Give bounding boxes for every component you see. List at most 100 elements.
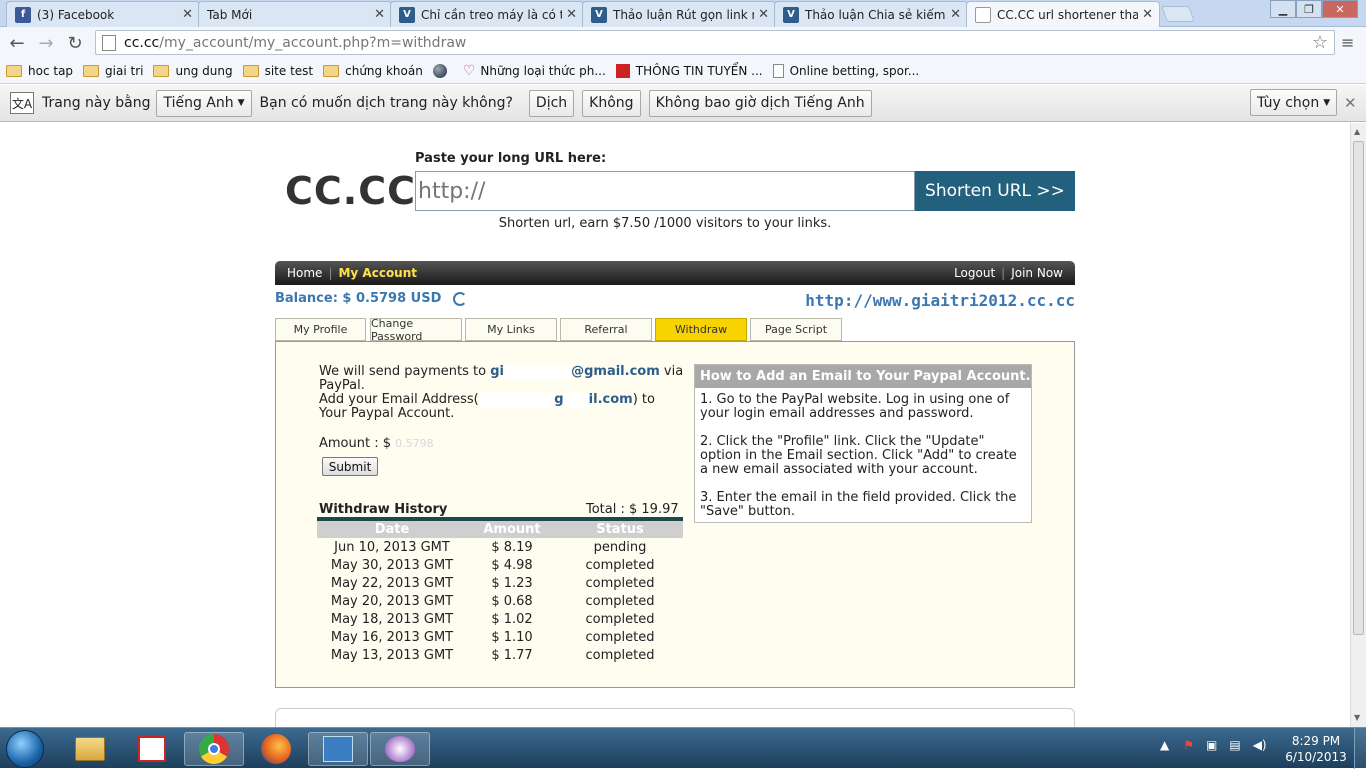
table-header: Date Amount Status	[317, 517, 683, 538]
device-icon[interactable]: ▣	[1206, 738, 1217, 752]
tab-forum-1[interactable]: V Chỉ cần treo máy là có tiền ✕	[390, 1, 584, 27]
tab-forum-2[interactable]: V Thảo luận Rút gọn link rất ✕	[582, 1, 776, 27]
refresh-icon[interactable]	[453, 291, 468, 306]
scroll-down-icon[interactable]: ▼	[1354, 713, 1360, 722]
table-row: May 22, 2013 GMT $ 1.23 completed	[330, 575, 655, 591]
close-icon[interactable]: ✕	[374, 7, 385, 22]
tab-referral[interactable]: Referral	[560, 318, 652, 341]
site-navbar: Home | My Account Logout | Join Now	[275, 261, 1075, 285]
reload-icon[interactable]: ↻	[64, 32, 86, 54]
tab-my-links[interactable]: My Links	[465, 318, 557, 341]
start-button[interactable]	[6, 730, 44, 768]
tagline: Shorten url, earn $7.50 /1000 visitors t…	[498, 216, 832, 231]
volume-icon[interactable]: ◀)	[1253, 738, 1267, 752]
nav-home[interactable]: Home	[287, 266, 322, 280]
paste-label: Paste your long URL here:	[415, 151, 607, 166]
menu-icon[interactable]: ≡	[1341, 33, 1354, 52]
withdraw-history-title: Withdraw History	[319, 502, 448, 517]
close-window-icon[interactable]: ✕	[1322, 0, 1358, 18]
bookmark-chung-khoan[interactable]: chứng khoán	[323, 64, 423, 78]
bookmark-thuc-pham[interactable]: ♡ Những loại thức ph...	[463, 63, 606, 79]
close-icon[interactable]: ✕	[182, 7, 193, 22]
tab-my-profile[interactable]: My Profile	[275, 318, 366, 341]
close-icon[interactable]: ✕	[950, 7, 961, 22]
howto-step: 2. Click the "Profile" link. Click the "…	[700, 434, 1017, 477]
withdraw-total: Total : $ 19.97	[586, 502, 679, 517]
bookmark-star-icon[interactable]: ☆	[1312, 32, 1328, 53]
nav-my-account[interactable]: My Account	[338, 266, 417, 280]
close-icon[interactable]: ✕	[758, 7, 769, 22]
submit-button[interactable]: Submit	[322, 457, 378, 476]
tab-cccc[interactable]: CC.CC url shortener that pay ✕	[966, 1, 1160, 27]
bookmark-online-betting[interactable]: Online betting, spor...	[772, 63, 919, 78]
bookmark-site-test[interactable]: site test	[242, 64, 313, 78]
heart-icon: ♡	[462, 62, 476, 79]
tab-title: Chỉ cần treo máy là có tiền	[421, 7, 563, 22]
page-scrollbar[interactable]: ▲ ▼	[1350, 123, 1366, 727]
app-grid-icon[interactable]	[122, 732, 182, 766]
minimize-icon[interactable]: ▁	[1270, 0, 1296, 18]
messenger-icon[interactable]	[370, 732, 430, 766]
bookmark-tuyen-dung[interactable]: THÔNG TIN TUYỂN ...	[615, 63, 763, 78]
browser-toolbar: ← → ↻ cc.cc/my_account/my_account.php?m=…	[0, 27, 1366, 58]
page-icon	[772, 63, 784, 78]
scroll-up-icon[interactable]: ▲	[1354, 127, 1360, 136]
new-tab-button[interactable]	[1161, 6, 1195, 22]
back-icon[interactable]: ←	[6, 32, 28, 54]
nav-join-now[interactable]: Join Now	[1011, 266, 1063, 280]
tab-new[interactable]: Tab Mới ✕	[198, 1, 392, 27]
tab-forum-3[interactable]: V Thảo luận Chia sẻ kiếm tiền ✕	[774, 1, 968, 27]
never-translate-button[interactable]: Không bao giờ dịch Tiếng Anh	[648, 89, 872, 117]
url-host: cc.cc	[124, 34, 160, 51]
tab-facebook[interactable]: f (3) Facebook ✕	[6, 1, 200, 27]
tab-withdraw[interactable]: Withdraw	[655, 318, 747, 341]
translate-button[interactable]: Dịch	[528, 89, 575, 117]
tab-title: Thảo luận Rút gọn link rất	[613, 7, 755, 22]
bookmark-globe[interactable]	[432, 63, 453, 78]
control-panel-icon[interactable]	[308, 732, 368, 766]
translate-prefix: Trang này bằng	[42, 95, 151, 111]
tab-change-password[interactable]: Change Password	[370, 317, 462, 343]
scroll-thumb[interactable]	[1353, 141, 1364, 635]
show-desktop-button[interactable]	[1354, 728, 1366, 769]
bookmark-hoc-tap[interactable]: hoc tap	[6, 64, 73, 78]
bookmarks-bar: hoc tap giai tri ung dung site test chứn…	[0, 58, 1366, 84]
howto-body: 1. Go to the PayPal website. Log in usin…	[695, 388, 1031, 538]
balance-text: Balance: $ 0.5798 USD	[275, 291, 442, 306]
globe-icon	[432, 63, 447, 78]
close-icon[interactable]: ✕	[566, 7, 577, 22]
address-bar[interactable]: cc.cc/my_account/my_account.php?m=withdr…	[95, 30, 1335, 55]
vbulletin-icon: V	[783, 6, 799, 23]
no-translate-button[interactable]: Không	[582, 89, 641, 117]
chrome-icon[interactable]	[184, 732, 244, 766]
language-select[interactable]: Tiếng Anh ▼	[156, 89, 252, 117]
bookmark-giai-tri[interactable]: giai tri	[83, 64, 143, 78]
balance: Balance: $ 0.5798 USD	[275, 291, 468, 306]
explorer-icon[interactable]	[60, 732, 120, 766]
news-icon	[615, 63, 630, 78]
network-icon[interactable]: ▤	[1229, 738, 1240, 752]
caret-down-icon: ▼	[1323, 97, 1331, 108]
clock[interactable]: 8:29 PM 6/10/2013	[1284, 733, 1348, 765]
tab-title: Tab Mới	[207, 7, 253, 22]
translate-question: Bạn có muốn dịch trang này không?	[259, 95, 513, 111]
firefox-icon[interactable]	[246, 732, 306, 766]
paypal-howto-box: How to Add an Email to Your Paypal Accou…	[694, 364, 1032, 523]
close-icon[interactable]: ✕	[1142, 7, 1153, 22]
site-logo[interactable]: CC.CC	[285, 169, 416, 213]
action-center-icon[interactable]: ⚑	[1183, 738, 1194, 752]
close-icon[interactable]: ✕	[1344, 94, 1357, 112]
shorten-url-button[interactable]: Shorten URL >>	[915, 171, 1075, 211]
bookmark-ung-dung[interactable]: ung dung	[153, 64, 233, 78]
forward-icon[interactable]: →	[35, 32, 57, 54]
amount-value: 0.5798	[395, 437, 434, 450]
nav-logout[interactable]: Logout	[954, 266, 995, 280]
site-link[interactable]: http://www.giaitri2012.cc.cc	[805, 291, 1075, 310]
redacted-email: xxxxxxxx	[504, 365, 572, 379]
tray-expand-icon[interactable]: ▲	[1160, 738, 1169, 752]
howto-title: How to Add an Email to Your Paypal Accou…	[695, 365, 1031, 388]
long-url-input[interactable]	[415, 171, 915, 211]
tab-page-script[interactable]: Page Script	[750, 318, 842, 341]
translate-options-button[interactable]: Tùy chọn ▼	[1250, 89, 1338, 116]
restore-icon[interactable]: ❐	[1296, 0, 1322, 18]
